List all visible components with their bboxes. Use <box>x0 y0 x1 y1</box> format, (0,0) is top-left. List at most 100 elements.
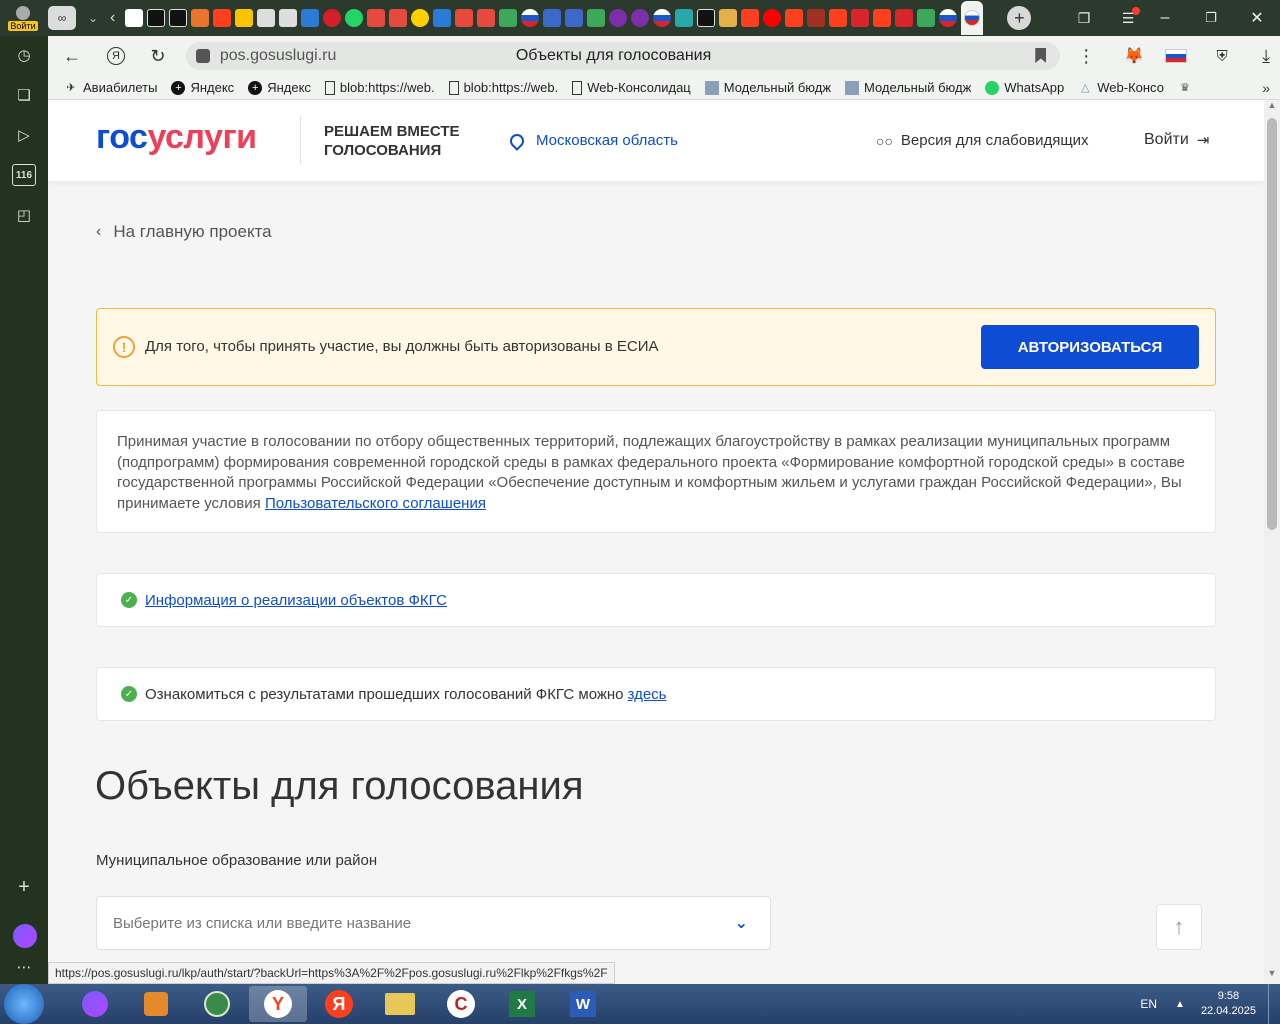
back-button[interactable]: ← <box>58 42 86 70</box>
back-to-project-link[interactable]: ‹ На главную проекта <box>96 222 272 242</box>
downloads-icon[interactable]: ⤓ <box>1252 42 1280 70</box>
tab-favicon[interactable] <box>873 9 892 27</box>
clock[interactable]: 9:58 22.04.2025 <box>1201 989 1256 1019</box>
language-indicator[interactable]: EN <box>1140 997 1157 1011</box>
results-link[interactable]: здесь <box>628 686 667 703</box>
menu-kebab-icon[interactable]: ⋮ <box>1072 42 1100 70</box>
bookmark-item[interactable]: ✈ Авиабилеты <box>64 80 157 95</box>
tab-favicon[interactable] <box>301 9 320 27</box>
yandex-taskbar-icon[interactable]: Я <box>310 986 368 1022</box>
page-scrollbar[interactable]: ▲ ▼ <box>1264 100 1280 984</box>
bookmark-item[interactable]: + Яндекс <box>171 80 234 95</box>
new-tab-button[interactable]: + <box>1007 6 1032 30</box>
tab-favicon[interactable] <box>499 9 518 27</box>
tab-favicon[interactable] <box>697 9 716 27</box>
tab-favicon[interactable] <box>939 9 958 27</box>
scroll-tabs-left-icon[interactable]: ‹ <box>110 9 115 27</box>
tab-favicon[interactable] <box>455 9 474 27</box>
counter-app-icon[interactable]: 116 <box>12 164 36 186</box>
close-window-button[interactable]: ✕ <box>1234 8 1280 28</box>
tray-expand-icon[interactable]: ▲ <box>1175 999 1185 1010</box>
collections-icon[interactable]: ❐ <box>1070 10 1098 27</box>
minimize-button[interactable]: – <box>1142 9 1188 27</box>
bookmark-item[interactable]: Web-Консолидац <box>572 80 691 95</box>
notifications-icon[interactable]: ☰ <box>1114 6 1142 27</box>
tab-favicon[interactable] <box>851 9 870 27</box>
tab-favicon[interactable] <box>653 9 672 27</box>
russia-flag-extension-icon[interactable] <box>1162 42 1190 70</box>
tab-favicon[interactable] <box>829 9 848 27</box>
start-button[interactable] <box>4 984 44 1024</box>
tab-favicon[interactable] <box>609 9 628 27</box>
scroll-up-arrow[interactable]: ▲ <box>1264 100 1280 116</box>
excel-icon[interactable]: X <box>493 986 551 1022</box>
bookmark-item[interactable]: Модельный бюдж <box>845 80 971 95</box>
video-icon[interactable]: ▷ <box>13 124 35 146</box>
active-tab[interactable] <box>961 1 984 35</box>
restore-button[interactable]: ❐ <box>1188 10 1234 26</box>
word-icon[interactable]: W <box>554 986 612 1022</box>
bookmark-item[interactable]: blob:https://web. <box>324 80 435 95</box>
region-selector[interactable]: Московская область <box>507 130 678 151</box>
tab-favicon[interactable] <box>257 9 276 27</box>
accessibility-version-link[interactable]: ○○ Версия для слабовидящих <box>876 132 1089 149</box>
tab-favicon[interactable] <box>389 9 408 27</box>
tab-favicon[interactable] <box>477 9 496 27</box>
security-app-icon[interactable] <box>188 986 246 1022</box>
tab-favicon[interactable] <box>147 9 166 27</box>
tab-favicon[interactable] <box>411 9 430 27</box>
scroll-down-arrow[interactable]: ▼ <box>1264 968 1280 984</box>
more-bookmarks-icon[interactable]: » <box>1262 80 1270 96</box>
bookmark-item[interactable]: Модельный бюдж <box>704 80 831 95</box>
extension-icon[interactable]: 🦊 <box>1120 42 1148 70</box>
authorize-button[interactable]: АВТОРИЗОВАТЬСЯ <box>981 325 1199 369</box>
add-panel-icon[interactable]: + <box>13 876 35 898</box>
show-desktop-button[interactable] <box>1268 984 1280 1024</box>
user-agreement-link[interactable]: Пользовательского соглашения <box>265 495 486 512</box>
yandex-home-button[interactable]: Я <box>102 42 130 70</box>
more-panel-icon[interactable]: ⋯ <box>13 956 35 978</box>
scroll-to-top-button[interactable]: ↑ <box>1156 904 1202 950</box>
tab-favicon[interactable] <box>741 9 760 27</box>
tab-favicon[interactable] <box>565 9 584 27</box>
tab-favicon[interactable] <box>917 9 936 27</box>
tab-favicon[interactable] <box>587 9 606 27</box>
url-bar[interactable]: pos.gosuslugi.ru Объекты для голосования <box>185 42 1061 70</box>
bookmark-item[interactable]: WhatsApp <box>985 80 1064 95</box>
gosuslugi-logo[interactable]: госуслуги <box>96 118 257 157</box>
media-player-icon[interactable] <box>127 986 185 1022</box>
protect-icon[interactable]: ⛨ <box>1208 42 1236 70</box>
tab-favicon[interactable] <box>543 9 562 27</box>
tab-favicon[interactable] <box>785 9 804 27</box>
alice-assistant-icon[interactable] <box>13 924 37 948</box>
scrollbar-thumb[interactable] <box>1267 118 1277 530</box>
tab-favicon[interactable] <box>191 9 210 27</box>
tab-favicon[interactable] <box>895 9 914 27</box>
file-explorer-icon[interactable] <box>371 986 429 1022</box>
tab-favicon[interactable] <box>521 9 540 27</box>
tab-favicon[interactable] <box>279 9 298 27</box>
bookmark-icon[interactable] <box>1035 48 1047 63</box>
login-badge[interactable]: Войти <box>8 20 38 31</box>
login-link[interactable]: Войти ⇥ <box>1144 131 1209 149</box>
profile-avatar[interactable]: Войти <box>0 1 46 35</box>
yandex-browser-taskbar-icon[interactable]: Y <box>249 986 307 1022</box>
tab-favicon[interactable] <box>631 9 650 27</box>
alice-taskbar-icon[interactable] <box>66 986 124 1022</box>
tabs-overview-button[interactable]: ∞ <box>48 6 76 30</box>
consultant-app-icon[interactable]: C <box>432 986 490 1022</box>
tab-favicon[interactable] <box>719 9 738 27</box>
tab-favicon[interactable] <box>675 9 694 27</box>
tab-favicon[interactable] <box>807 9 826 27</box>
tab-favicon[interactable] <box>125 9 144 27</box>
reload-button[interactable]: ↻ <box>144 42 172 70</box>
tab-favicon[interactable] <box>433 9 452 27</box>
bookmark-item[interactable]: △ Web-Консо <box>1078 80 1164 95</box>
tab-favicon[interactable] <box>235 9 254 27</box>
tab-favicon[interactable] <box>367 9 386 27</box>
tab-favicon[interactable] <box>169 9 188 27</box>
bookmark-item[interactable]: blob:https://web. <box>448 80 558 95</box>
tab-favicon[interactable] <box>763 9 782 27</box>
municipality-select[interactable]: Выберите из списка или введите название … <box>96 896 771 950</box>
tab-favicon[interactable] <box>345 9 364 27</box>
